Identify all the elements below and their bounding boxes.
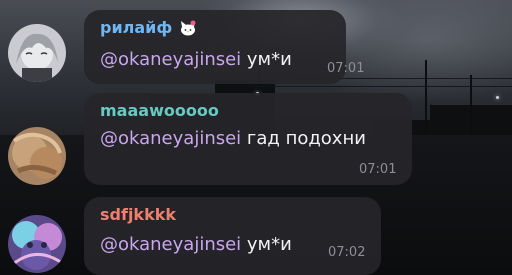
message-time: 07:01: [359, 162, 397, 177]
avatar[interactable]: [8, 127, 66, 185]
sender-name-text: рилайф: [100, 18, 173, 37]
sender-name[interactable]: рилайф: [100, 18, 198, 37]
hello-kitty-icon: [178, 19, 198, 37]
message-body: ум*и: [241, 234, 292, 255]
message-text: @okaneyajinsei ум*и: [100, 49, 292, 70]
sender-name[interactable]: sdfjkkkk: [100, 205, 176, 224]
mention-link[interactable]: @okaneyajinsei: [100, 49, 241, 70]
avatar[interactable]: [8, 215, 66, 273]
mention-link[interactable]: @okaneyajinsei: [100, 234, 241, 255]
sender-name[interactable]: maaawooooo: [100, 101, 219, 120]
sender-name-text: sdfjkkkk: [100, 205, 176, 224]
message-time: 07:02: [328, 245, 366, 260]
sender-name-text: maaawooooo: [100, 101, 219, 120]
message-body: гад подохни: [241, 128, 366, 149]
message-text: @okaneyajinsei гад подохни: [100, 128, 366, 149]
message-body: ум*и: [241, 49, 292, 70]
message-text: @okaneyajinsei ум*и: [100, 234, 292, 255]
mention-link[interactable]: @okaneyajinsei: [100, 128, 241, 149]
avatar[interactable]: [8, 24, 66, 82]
message-time: 07:01: [327, 61, 365, 76]
